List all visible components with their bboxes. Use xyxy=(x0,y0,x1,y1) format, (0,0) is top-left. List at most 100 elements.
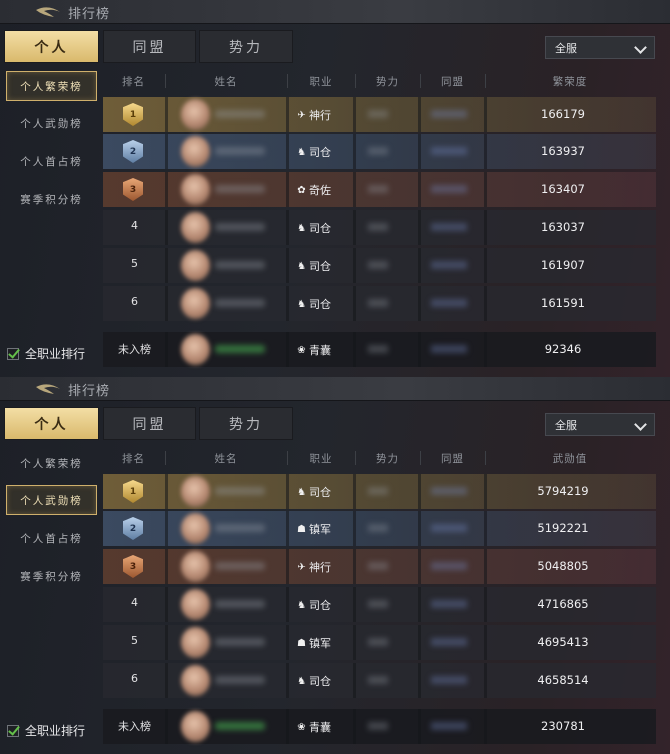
faction-blurred xyxy=(368,676,388,684)
leaderboard-panel: 排行榜 个人 同盟 势力 全服 个人繁荣榜 个人武勋榜 个人首占榜 赛季积分榜 全职业排行排… xyxy=(0,0,670,377)
profession: ♞ 司仓 xyxy=(296,673,331,689)
faction-blurred xyxy=(368,487,388,495)
cell-divider xyxy=(418,474,421,509)
cell-divider xyxy=(418,172,421,207)
table-row[interactable]: 5 ☗ 镇军 4695413 xyxy=(103,625,656,660)
avatar[interactable] xyxy=(181,212,210,243)
sidebar-item[interactable]: 个人首占榜 xyxy=(6,146,97,176)
table-row[interactable]: 1 ♞ 司仓 5794219 xyxy=(103,474,656,509)
mask-icon: ☗ xyxy=(297,637,306,649)
player-name-blurred xyxy=(215,223,265,231)
avatar[interactable] xyxy=(181,665,210,696)
cell-divider xyxy=(484,474,487,509)
profession: ✈ 神行 xyxy=(296,107,331,123)
player-name-blurred xyxy=(215,110,265,118)
alliance-blurred xyxy=(431,524,467,532)
chevron-down-icon xyxy=(634,418,647,431)
cell-divider xyxy=(484,97,487,132)
avatar[interactable] xyxy=(181,627,210,658)
alliance-blurred xyxy=(431,638,467,646)
avatar[interactable] xyxy=(181,711,210,742)
avatar[interactable] xyxy=(181,136,210,167)
cell-divider xyxy=(484,587,487,622)
avatar[interactable] xyxy=(181,250,210,281)
avatar[interactable] xyxy=(181,551,210,582)
sidebar-item[interactable]: 个人武勋榜 xyxy=(6,485,97,515)
cell-divider xyxy=(165,474,168,509)
avatar[interactable] xyxy=(181,288,210,319)
avatar[interactable] xyxy=(181,99,210,130)
all-classes-checkbox[interactable]: 全职业排行 xyxy=(7,722,85,739)
player-name-blurred xyxy=(215,487,265,495)
alliance-blurred xyxy=(431,345,467,353)
avatar[interactable] xyxy=(181,476,210,507)
table-row[interactable]: 6 ♞ 司仓 161591 xyxy=(103,286,656,321)
score-value: 161591 xyxy=(541,296,585,310)
profession: ✿ 奇佐 xyxy=(296,182,331,198)
table-row[interactable]: 5 ♞ 司仓 161907 xyxy=(103,248,656,283)
player-name-blurred xyxy=(215,562,265,570)
self-rank-row[interactable]: 未入榜 ❀ 青囊 92346 xyxy=(103,332,656,367)
column-divider xyxy=(485,74,486,88)
table-header: 排名 姓名 职业 势力 同盟 武勋值 xyxy=(102,448,655,468)
cell-divider xyxy=(418,549,421,584)
cell-divider xyxy=(418,97,421,132)
tab-personal[interactable]: 个人 xyxy=(4,30,99,63)
server-select[interactable]: 全服 xyxy=(545,36,655,59)
column-divider xyxy=(355,451,356,465)
cell-divider xyxy=(484,511,487,546)
profession: ☗ 镇军 xyxy=(296,521,331,537)
server-select[interactable]: 全服 xyxy=(545,413,655,436)
faction-blurred xyxy=(368,600,388,608)
sidebar-item[interactable]: 赛季积分榜 xyxy=(6,561,97,591)
profession: ☗ 镇军 xyxy=(296,635,331,651)
horse-icon: ♞ xyxy=(297,260,306,272)
table-row[interactable]: 3 ✿ 奇佐 163407 xyxy=(103,172,656,207)
table-row[interactable]: 3 ✈ 神行 5048805 xyxy=(103,549,656,584)
column-divider xyxy=(420,451,421,465)
tab-faction[interactable]: 势力 xyxy=(199,407,293,440)
cell-divider xyxy=(353,709,356,744)
player-name-blurred xyxy=(215,722,265,730)
profession: ♞ 司仓 xyxy=(296,484,331,500)
self-rank-row[interactable]: 未入榜 ❀ 青囊 230781 xyxy=(103,709,656,744)
horse-icon: ♞ xyxy=(297,222,306,234)
cell-divider xyxy=(484,663,487,698)
tab-alliance[interactable]: 同盟 xyxy=(103,30,196,63)
cell-divider xyxy=(484,549,487,584)
sidebar-item[interactable]: 个人武勋榜 xyxy=(6,108,97,138)
cell-divider xyxy=(484,210,487,245)
table-row[interactable]: 1 ✈ 神行 166179 xyxy=(103,97,656,132)
tab-faction[interactable]: 势力 xyxy=(199,30,293,63)
table-row[interactable]: 2 ♞ 司仓 163937 xyxy=(103,134,656,169)
sidebar-item[interactable]: 个人繁荣榜 xyxy=(6,71,97,101)
sidebar-item[interactable]: 赛季积分榜 xyxy=(6,184,97,214)
horse-icon: ♞ xyxy=(297,298,306,310)
table-row[interactable]: 6 ♞ 司仓 4658514 xyxy=(103,663,656,698)
cell-divider xyxy=(418,134,421,169)
sidebar-item[interactable]: 个人繁荣榜 xyxy=(6,448,97,478)
table-row[interactable]: 2 ☗ 镇军 5192221 xyxy=(103,511,656,546)
avatar[interactable] xyxy=(181,334,210,365)
profession-label: 神行 xyxy=(309,561,331,574)
rank-number: 4 xyxy=(131,596,138,609)
all-classes-checkbox[interactable]: 全职业排行 xyxy=(7,345,85,362)
profession-label: 司仓 xyxy=(309,675,331,688)
tab-personal[interactable]: 个人 xyxy=(4,407,99,440)
profession-label: 司仓 xyxy=(309,146,331,159)
column-divider xyxy=(287,74,288,88)
table-row[interactable]: 4 ♞ 司仓 163037 xyxy=(103,210,656,245)
avatar[interactable] xyxy=(181,174,210,205)
rank-number: 4 xyxy=(131,219,138,232)
cell-divider xyxy=(418,709,421,744)
table-row[interactable]: 4 ♞ 司仓 4716865 xyxy=(103,587,656,622)
score-value: 5192221 xyxy=(537,521,589,535)
tab-alliance[interactable]: 同盟 xyxy=(103,407,196,440)
sidebar-item[interactable]: 个人首占榜 xyxy=(6,523,97,553)
profession: ❀ 青囊 xyxy=(296,719,331,735)
score-value: 5794219 xyxy=(537,484,589,498)
avatar[interactable] xyxy=(181,589,210,620)
alliance-blurred xyxy=(431,110,467,118)
avatar[interactable] xyxy=(181,513,210,544)
faction-blurred xyxy=(368,223,388,231)
